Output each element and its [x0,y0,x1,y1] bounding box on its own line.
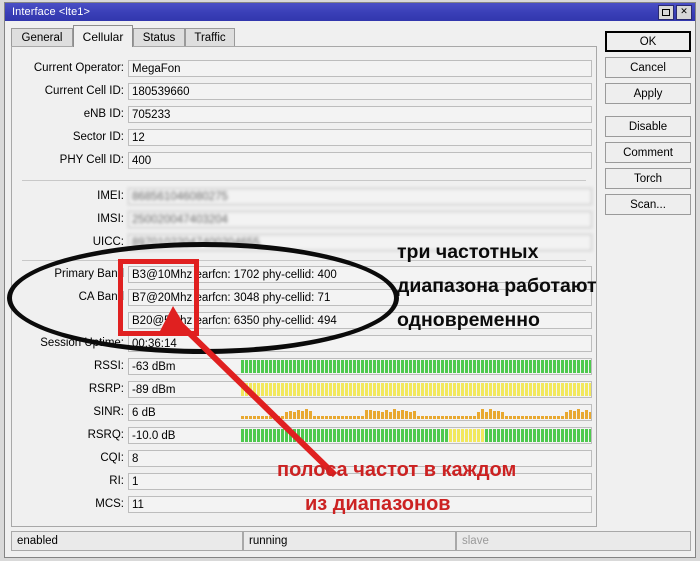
field-session-uptime[interactable]: 00:36:14 [128,335,592,352]
window-title: Interface <lte1> [12,6,91,18]
divider-bands [22,260,586,261]
field-rssi-value: -63 dBm [132,360,176,373]
field-imsi[interactable]: 250020047403204 [128,211,592,228]
field-label-primary-band: Primary Band [54,268,124,280]
field-current-operator[interactable]: MegaFon [128,60,592,77]
tab-status[interactable]: Status [133,28,185,47]
divider-identity [22,180,586,181]
field-rsrp[interactable]: -89 dBm [128,381,592,398]
field-label-ri: RI: [109,475,124,487]
field-label-rsrq: RSRQ: [87,429,124,441]
field-ca-band-2[interactable]: B20@5Mhz earfcn: 6350 phy-cellid: 494 [128,312,592,329]
field-label-current-operator: Current Operator: [33,62,124,74]
rsrq-bar-graph [241,429,591,442]
disable-button[interactable]: Disable [605,116,691,137]
tab-general[interactable]: General [11,28,73,47]
field-sector-id[interactable]: 12 [128,129,592,146]
window-controls: ✕ [658,5,692,20]
field-label-sector-id: Sector ID: [72,131,124,143]
field-primary-band[interactable]: B3@10Mhz earfcn: 1702 phy-cellid: 400 [128,266,592,283]
field-label-uicc: UICC: [92,236,124,248]
field-rsrq[interactable]: -10.0 dB [128,427,592,444]
status-running: running [243,531,456,551]
tab-cellular[interactable]: Cellular [73,25,133,47]
field-phy-cell-id[interactable]: 400 [128,152,592,169]
field-label-ca-band: CA Band [78,291,124,303]
field-sinr-value: 6 dB [132,406,156,419]
field-uicc[interactable]: 89701022047400204655 [128,234,592,251]
sinr-bar-graph [241,406,591,419]
tab-traffic[interactable]: Traffic [185,28,235,47]
field-label-rsrp: RSRP: [88,383,124,395]
field-label-imsi: IMSI: [97,213,124,225]
ok-button[interactable]: OK [605,31,691,52]
interface-dialog: Interface <lte1> ✕ General Cellular Stat… [4,2,696,558]
field-ca-band-1[interactable]: B7@20Mhz earfcn: 3048 phy-cellid: 71 [128,289,592,306]
status-enabled: enabled [11,531,243,551]
scan-button[interactable]: Scan... [605,194,691,215]
field-label-sinr: SINR: [93,406,124,418]
cancel-button[interactable]: Cancel [605,57,691,78]
title-bar[interactable]: Interface <lte1> ✕ [5,3,695,21]
field-label-mcs: MCS: [95,498,124,510]
cellular-panel: Current Operator: MegaFon Current Cell I… [11,46,597,527]
close-icon[interactable]: ✕ [676,5,692,20]
field-label-phy-cell-id: PHY Cell ID: [59,154,124,166]
field-rssi[interactable]: -63 dBm [128,358,592,375]
field-label-session-uptime: Session Uptime: [40,337,124,349]
field-mcs[interactable]: 11 [128,496,592,513]
button-column: OK Cancel Apply Disable Comment Torch Sc… [605,31,691,220]
field-label-cqi: CQI: [100,452,124,464]
status-slave: slave [456,531,691,551]
field-label-current-cell-id: Current Cell ID: [44,85,124,97]
field-imei[interactable]: 868561046080275 [128,188,592,205]
field-cqi[interactable]: 8 [128,450,592,467]
comment-button[interactable]: Comment [605,142,691,163]
apply-button[interactable]: Apply [605,83,691,104]
field-rsrq-value: -10.0 dB [132,429,176,442]
tab-strip: General Cellular Status Traffic [5,25,695,47]
torch-button[interactable]: Torch [605,168,691,189]
field-enb-id[interactable]: 705233 [128,106,592,123]
field-label-enb-id: eNB ID: [83,108,124,120]
rsrp-bar-graph [241,383,591,396]
field-current-cell-id[interactable]: 180539660 [128,83,592,100]
maximize-icon[interactable] [658,5,674,20]
field-ri[interactable]: 1 [128,473,592,490]
field-label-rssi: RSSI: [93,360,124,372]
field-sinr[interactable]: 6 dB [128,404,592,421]
rssi-bar-graph [241,360,591,373]
field-rsrp-value: -89 dBm [132,383,176,396]
field-label-imei: IMEI: [97,190,124,202]
status-bar: enabled running slave [11,531,691,551]
